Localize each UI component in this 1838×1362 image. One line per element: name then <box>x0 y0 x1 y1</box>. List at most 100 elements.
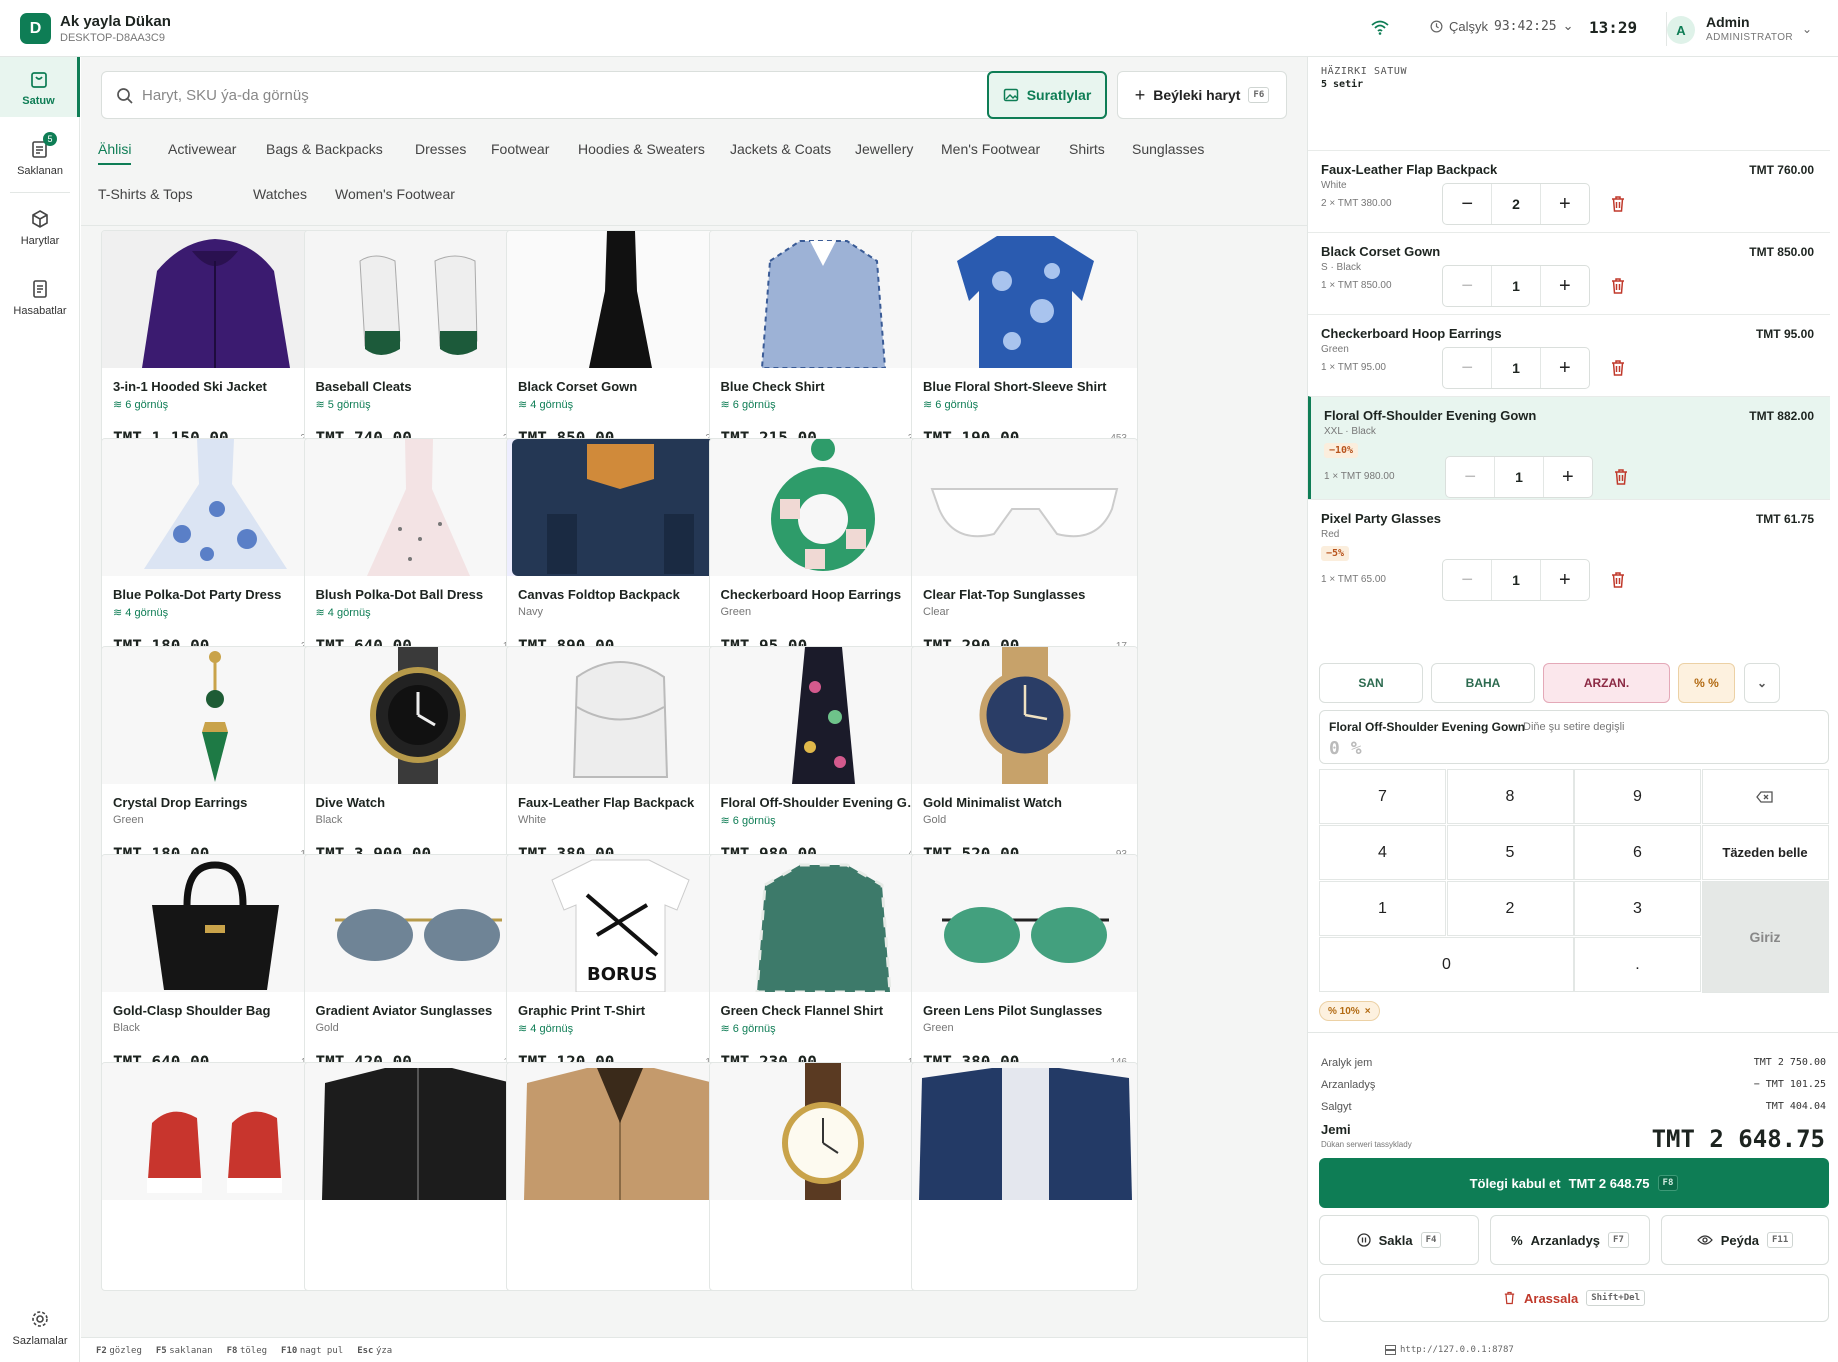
nav-item-products[interactable]: Harytlar <box>0 197 80 257</box>
quantity-value[interactable]: 2 <box>1491 184 1541 224</box>
keypad-key[interactable]: 7 <box>1319 769 1446 824</box>
decrement-button[interactable]: − <box>1443 560 1491 600</box>
product-card[interactable]: Crystal Drop EarringsGreenTMT 180.00125 <box>101 646 328 875</box>
decrement-button[interactable]: − <box>1443 266 1491 306</box>
keypad-key[interactable]: 2 <box>1446 881 1574 936</box>
avatar[interactable]: A <box>1667 16 1695 44</box>
cart-line[interactable]: Faux-Leather Flap Backpack White TMT 760.0… <box>1308 150 1830 232</box>
product-card[interactable] <box>506 1062 733 1291</box>
chevron-down-icon[interactable]: ⌄ <box>1802 22 1812 36</box>
category-tab[interactable]: Jewellery <box>855 135 913 163</box>
cart-line[interactable]: Checkerboard Hoop Earrings Green TMT 95.00… <box>1308 314 1830 396</box>
category-tab[interactable]: Watches <box>253 180 307 208</box>
discount-chip[interactable]: % 10% × <box>1319 1001 1380 1021</box>
decrement-button[interactable]: − <box>1443 184 1491 224</box>
product-card[interactable]: 3-in-1 Hooded Ski Jacket≋ 6 görnüşTMT 1 … <box>101 230 328 459</box>
product-card[interactable] <box>101 1062 328 1291</box>
keypad-key[interactable]: 6 <box>1574 825 1701 880</box>
category-tab[interactable]: Bags & Backpacks <box>266 135 383 163</box>
category-tab[interactable]: T-Shirts & Tops <box>98 180 193 208</box>
keypad-key[interactable]: 5 <box>1446 825 1574 880</box>
category-tab[interactable]: Footwear <box>491 135 549 163</box>
product-card[interactable]: Blue Check Shirt≋ 6 görnüşTMT 215.00377 <box>708 230 936 459</box>
discount-button[interactable]: % Arzanladyş F7 <box>1490 1215 1650 1265</box>
decrement-button[interactable]: − <box>1443 348 1491 388</box>
accept-payment-button[interactable]: Tölegi kabul et TMT 2 648.75 F8 <box>1319 1158 1829 1208</box>
nav-item-reports[interactable]: Hasabatlar <box>0 267 80 327</box>
search-input[interactable] <box>142 76 992 114</box>
hold-button[interactable]: Sakla F4 <box>1319 1215 1479 1265</box>
quantity-value[interactable]: 1 <box>1491 348 1541 388</box>
other-item-button[interactable]: + Beýleki haryt F6 <box>1117 71 1287 119</box>
product-card[interactable]: Green Lens Pilot SunglassesGreenTMT 380.… <box>911 854 1138 1083</box>
product-card[interactable]: Faux-Leather Flap BackpackWhiteTMT 380.0… <box>506 646 733 875</box>
product-card[interactable]: Green Check Flannel Shirt≋ 6 görnüşTMT 2… <box>708 854 936 1083</box>
percent-toggle[interactable]: % % <box>1678 663 1735 703</box>
quantity-value[interactable]: 1 <box>1491 560 1541 600</box>
cart-line[interactable]: Black Corset Gown S · Black TMT 850.00 1 × … <box>1308 232 1830 314</box>
shift-timer[interactable]: Çalşyk 93:42:25 ⌄ <box>1430 18 1574 34</box>
quantity-value[interactable]: 1 <box>1494 457 1544 497</box>
trash-icon[interactable] <box>1610 277 1626 295</box>
product-card[interactable]: Floral Off-Shoulder Evening Go… ≋ 6 görnü… <box>708 646 936 875</box>
nav-item-settings[interactable]: Sazlamalar <box>0 1297 80 1357</box>
decrement-button[interactable]: − <box>1446 457 1494 497</box>
nav-item-held[interactable]: 5 Saklanan <box>0 127 80 187</box>
keypad-key[interactable]: 8 <box>1446 769 1574 824</box>
reset-entry-button[interactable]: Täzeden belle <box>1701 825 1829 880</box>
category-tab[interactable]: Activewear <box>168 135 236 163</box>
category-tab[interactable]: Shirts <box>1069 135 1105 163</box>
product-card[interactable]: Baseball Cleats≋ 5 görnüşTMT 740.00264 <box>303 230 531 459</box>
trash-icon[interactable] <box>1610 359 1626 377</box>
category-tab[interactable]: Hoodies & Sweaters <box>578 135 705 163</box>
preview-button[interactable]: Peýda F11 <box>1661 1215 1829 1265</box>
keypad-key[interactable]: 0 <box>1319 937 1574 992</box>
photos-filter-button[interactable]: Suratlylar <box>987 71 1107 119</box>
user-name[interactable]: Admin <box>1706 14 1750 30</box>
enter-button[interactable]: Giriz <box>1701 881 1829 993</box>
keypad-key[interactable]: 9 <box>1574 769 1701 824</box>
product-card[interactable] <box>708 1062 936 1291</box>
product-card[interactable]: Gold Minimalist WatchGoldTMT 520.0093 <box>911 646 1138 875</box>
close-icon[interactable]: × <box>1365 1006 1371 1017</box>
keypad-key[interactable]: 1 <box>1319 881 1446 936</box>
product-card[interactable]: Blue Floral Short-Sleeve Shirt ≋ 6 görnüş… <box>911 230 1138 459</box>
increment-button[interactable]: + <box>1541 348 1589 388</box>
mode-quantity-button[interactable]: SAN <box>1319 663 1423 703</box>
category-tab[interactable]: Ählisi <box>98 135 132 165</box>
backspace-button[interactable] <box>1701 769 1829 824</box>
quantity-value[interactable]: 1 <box>1491 266 1541 306</box>
category-tab[interactable]: Dresses <box>415 135 466 163</box>
clear-cart-button[interactable]: Arassala Shift+Del <box>1319 1274 1829 1322</box>
product-card[interactable]: Gold-Clasp Shoulder BagBlackTMT 640.0011… <box>101 854 328 1083</box>
nav-item-sales[interactable]: Satuw <box>0 57 80 117</box>
cart-line[interactable]: Floral Off-Shoulder Evening Gown XXL · Bl… <box>1308 396 1830 499</box>
product-card[interactable]: BORUSGraphic Print T-Shirt≋ 4 görnüşTMT … <box>506 854 733 1083</box>
category-tab[interactable]: Men's Footwear <box>941 135 1040 163</box>
increment-button[interactable]: + <box>1541 560 1589 600</box>
cart-line[interactable]: Pixel Party Glasses Red TMT 61.75 −5% 1 × TM… <box>1308 499 1830 604</box>
product-card[interactable] <box>303 1062 531 1291</box>
trash-icon[interactable] <box>1613 468 1629 486</box>
product-card[interactable]: Blush Polka-Dot Ball Dress≋ 4 görnüşTMT … <box>303 438 531 667</box>
category-tab[interactable]: Jackets & Coats <box>730 135 831 163</box>
product-card[interactable]: Blue Polka-Dot Party Dress≋ 4 görnüşTMT … <box>101 438 328 667</box>
keypad-key[interactable]: 3 <box>1574 881 1701 936</box>
chevron-down-icon[interactable]: ⌄ <box>1744 663 1780 703</box>
increment-button[interactable]: + <box>1544 457 1592 497</box>
product-card[interactable]: Checkerboard Hoop EarringsGreenTMT 95.00… <box>708 438 936 667</box>
product-card[interactable]: Black Corset Gown≋ 4 görnüşTMT 850.00243 <box>506 230 733 459</box>
product-card[interactable]: Gradient Aviator SunglassesGoldTMT 420.0… <box>303 854 531 1083</box>
trash-icon[interactable] <box>1610 195 1626 213</box>
keypad-key[interactable]: 4 <box>1319 825 1446 880</box>
search-box[interactable]: F2 <box>101 71 1053 119</box>
product-card[interactable] <box>911 1062 1138 1291</box>
trash-icon[interactable] <box>1610 571 1626 589</box>
category-tab[interactable]: Women's Footwear <box>335 180 455 208</box>
keypad-key[interactable]: . <box>1574 937 1701 992</box>
increment-button[interactable]: + <box>1541 184 1589 224</box>
mode-price-button[interactable]: BAHA <box>1431 663 1535 703</box>
increment-button[interactable]: + <box>1541 266 1589 306</box>
product-card[interactable]: Clear Flat-Top SunglassesClearTMT 290.00… <box>911 438 1138 667</box>
mode-discount-button[interactable]: ARZAN. <box>1543 663 1670 703</box>
